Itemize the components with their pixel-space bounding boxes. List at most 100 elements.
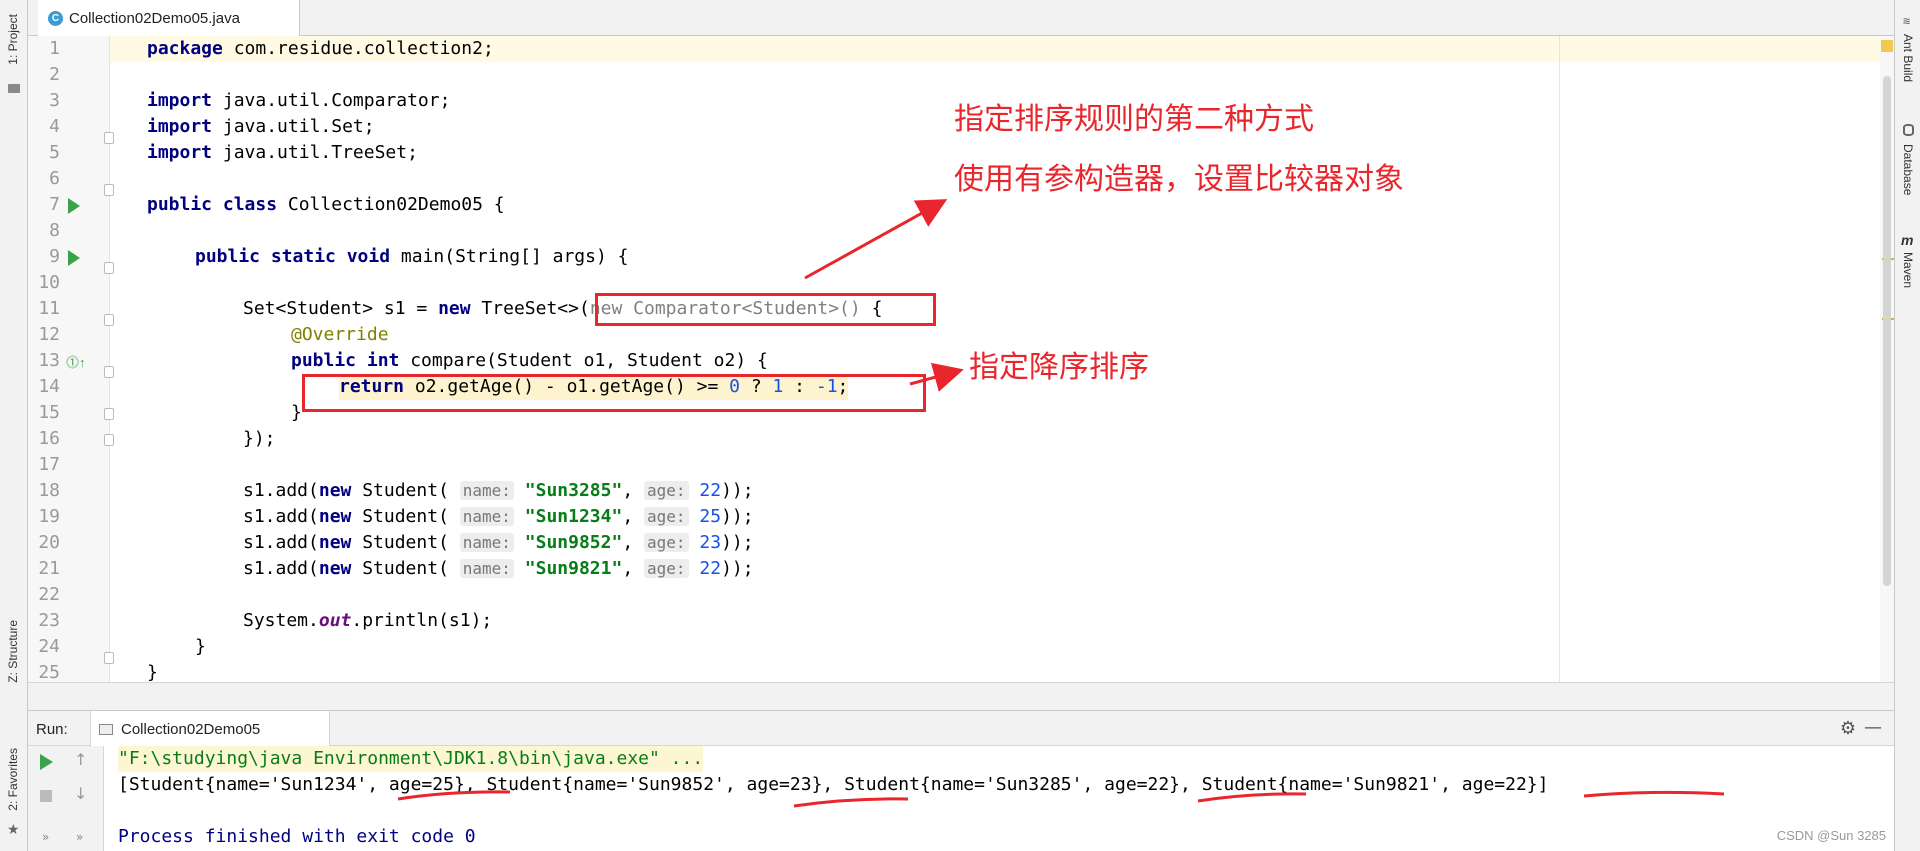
- line-number: 7: [49, 194, 60, 215]
- fold-icon[interactable]: [104, 652, 114, 664]
- line-number: 13: [38, 350, 60, 371]
- run-toolbar: Run: Collection02Demo05 ⚙ —: [28, 710, 1894, 747]
- run-main-icon[interactable]: [68, 250, 80, 266]
- code-line: public class Collection02Demo05 {: [147, 194, 505, 215]
- line-number: 10: [38, 272, 60, 293]
- code-line: package com.residue.collection2;: [147, 38, 494, 59]
- code-line: import java.util.TreeSet;: [147, 142, 418, 163]
- code-line: s1.add(new Student( name: "Sun3285", age…: [243, 480, 754, 501]
- annotation-desc: 指定降序排序: [969, 350, 1149, 385]
- line-number: 24: [38, 636, 60, 657]
- line-number: 6: [49, 168, 60, 189]
- run-controls: ↑ ↓ » »: [28, 746, 104, 851]
- fold-icon[interactable]: [104, 262, 114, 274]
- console-exit: Process finished with exit code 0: [118, 826, 476, 847]
- left-tool-strip: 1: Project Z: Structure 2: Favorites ★: [0, 0, 28, 851]
- code-line: public int compare(Student o1, Student o…: [291, 350, 768, 371]
- run-class-icon[interactable]: [68, 198, 80, 214]
- code-line: s1.add(new Student( name: "Sun9821", age…: [243, 558, 754, 579]
- more-icon[interactable]: »: [42, 830, 49, 844]
- line-number: 16: [38, 428, 60, 449]
- code-line: }: [195, 636, 206, 657]
- code-line: public static void main(String[] args) {: [195, 246, 629, 267]
- run-label: Run:: [36, 721, 68, 738]
- rerun-icon[interactable]: [40, 754, 53, 770]
- folder-icon: [8, 84, 20, 93]
- file-tab[interactable]: C Collection02Demo05.java: [38, 0, 300, 36]
- down-arrow-icon[interactable]: ↓: [74, 784, 87, 803]
- line-number: 14: [38, 376, 60, 397]
- code-line: import java.util.Comparator;: [147, 90, 451, 111]
- ant-icon: ≋: [1903, 14, 1911, 28]
- annotation-subtitle: 使用有参构造器，设置比较器对象: [954, 162, 1404, 197]
- code-line: import java.util.Set;: [147, 116, 375, 137]
- code-line: }: [147, 662, 158, 682]
- run-config-tab[interactable]: Collection02Demo05: [90, 711, 330, 747]
- database-icon: [1903, 124, 1914, 136]
- return-highlight-box: [302, 374, 926, 412]
- line-number: 17: [38, 454, 60, 475]
- fold-icon[interactable]: [104, 184, 114, 196]
- console-command: "F:\studying\java Environment\JDK1.8\bin…: [118, 746, 704, 772]
- editor-tab-bar: C Collection02Demo05.java: [28, 0, 1894, 36]
- line-number: 22: [38, 584, 60, 605]
- panel-splitter[interactable]: [28, 682, 1894, 710]
- line-number: 1: [49, 38, 60, 59]
- console-output[interactable]: "F:\studying\java Environment\JDK1.8\bin…: [104, 746, 1894, 851]
- console-result: [Student{name='Sun1234', age=25}, Studen…: [118, 774, 1549, 795]
- stop-icon[interactable]: [40, 790, 52, 802]
- code-line: });: [243, 428, 276, 449]
- ant-build-tool-button[interactable]: Ant Build: [1901, 34, 1915, 82]
- fold-icon[interactable]: [104, 366, 114, 378]
- code-line: s1.add(new Student( name: "Sun9852", age…: [243, 532, 754, 553]
- annotation-title: 指定排序规则的第二种方式: [954, 102, 1314, 137]
- java-class-icon: C: [48, 10, 63, 26]
- watermark: CSDN @Sun 3285: [1776, 828, 1886, 843]
- right-margin-guide: [1559, 36, 1560, 682]
- code-line: s1.add(new Student( name: "Sun1234", age…: [243, 506, 754, 527]
- fold-icon[interactable]: [104, 132, 114, 144]
- maven-icon: m: [1901, 232, 1914, 248]
- run-config-tab-label: Collection02Demo05: [121, 720, 261, 738]
- minimize-icon[interactable]: —: [1864, 717, 1882, 738]
- override-marker-icon[interactable]: ⓵↑: [66, 352, 86, 371]
- line-number: 8: [49, 220, 60, 241]
- scrollbar-thumb[interactable]: [1883, 76, 1891, 586]
- fold-icon[interactable]: [104, 314, 114, 326]
- line-number: 4: [49, 116, 60, 137]
- up-arrow-icon[interactable]: ↑: [74, 750, 87, 769]
- star-icon: ★: [7, 822, 20, 838]
- more-icon[interactable]: »: [76, 830, 83, 844]
- line-number: 2: [49, 64, 60, 85]
- line-number: 18: [38, 480, 60, 501]
- line-number: 12: [38, 324, 60, 345]
- line-number: 9: [49, 246, 60, 267]
- favorites-tool-button[interactable]: 2: Favorites: [6, 748, 20, 811]
- gear-icon[interactable]: ⚙: [1840, 718, 1856, 739]
- code-line: }: [291, 402, 302, 423]
- fold-icon[interactable]: [104, 408, 114, 420]
- code-editor[interactable]: 1 2 3 4 5 6 7 8 9 10 11 12 13 14 15 16 17 18 19 20 21 22 23 24 2…: [28, 36, 1894, 682]
- structure-tool-button[interactable]: Z: Structure: [6, 620, 20, 683]
- maven-tool-button[interactable]: Maven: [1901, 252, 1915, 288]
- comparator-highlight-box: [595, 293, 936, 326]
- line-number: 20: [38, 532, 60, 553]
- database-tool-button[interactable]: Database: [1901, 144, 1915, 195]
- project-tool-button[interactable]: 1: Project: [6, 14, 20, 65]
- line-number: 19: [38, 506, 60, 527]
- line-number: 25: [38, 662, 60, 682]
- line-number: 3: [49, 90, 60, 111]
- file-tab-label: Collection02Demo05.java: [69, 9, 240, 27]
- line-number: 15: [38, 402, 60, 423]
- fold-icon[interactable]: [104, 434, 114, 446]
- line-number: 5: [49, 142, 60, 163]
- analysis-ok-icon: [1881, 40, 1893, 52]
- line-number: 23: [38, 610, 60, 631]
- line-number: 21: [38, 558, 60, 579]
- code-line: @Override: [291, 324, 389, 345]
- right-tool-strip: ≋ Ant Build Database m Maven: [1894, 0, 1920, 851]
- console-icon: [99, 723, 113, 735]
- code-line: System.out.println(s1);: [243, 610, 493, 631]
- error-stripe: [1880, 36, 1894, 682]
- line-number: 11: [38, 298, 60, 319]
